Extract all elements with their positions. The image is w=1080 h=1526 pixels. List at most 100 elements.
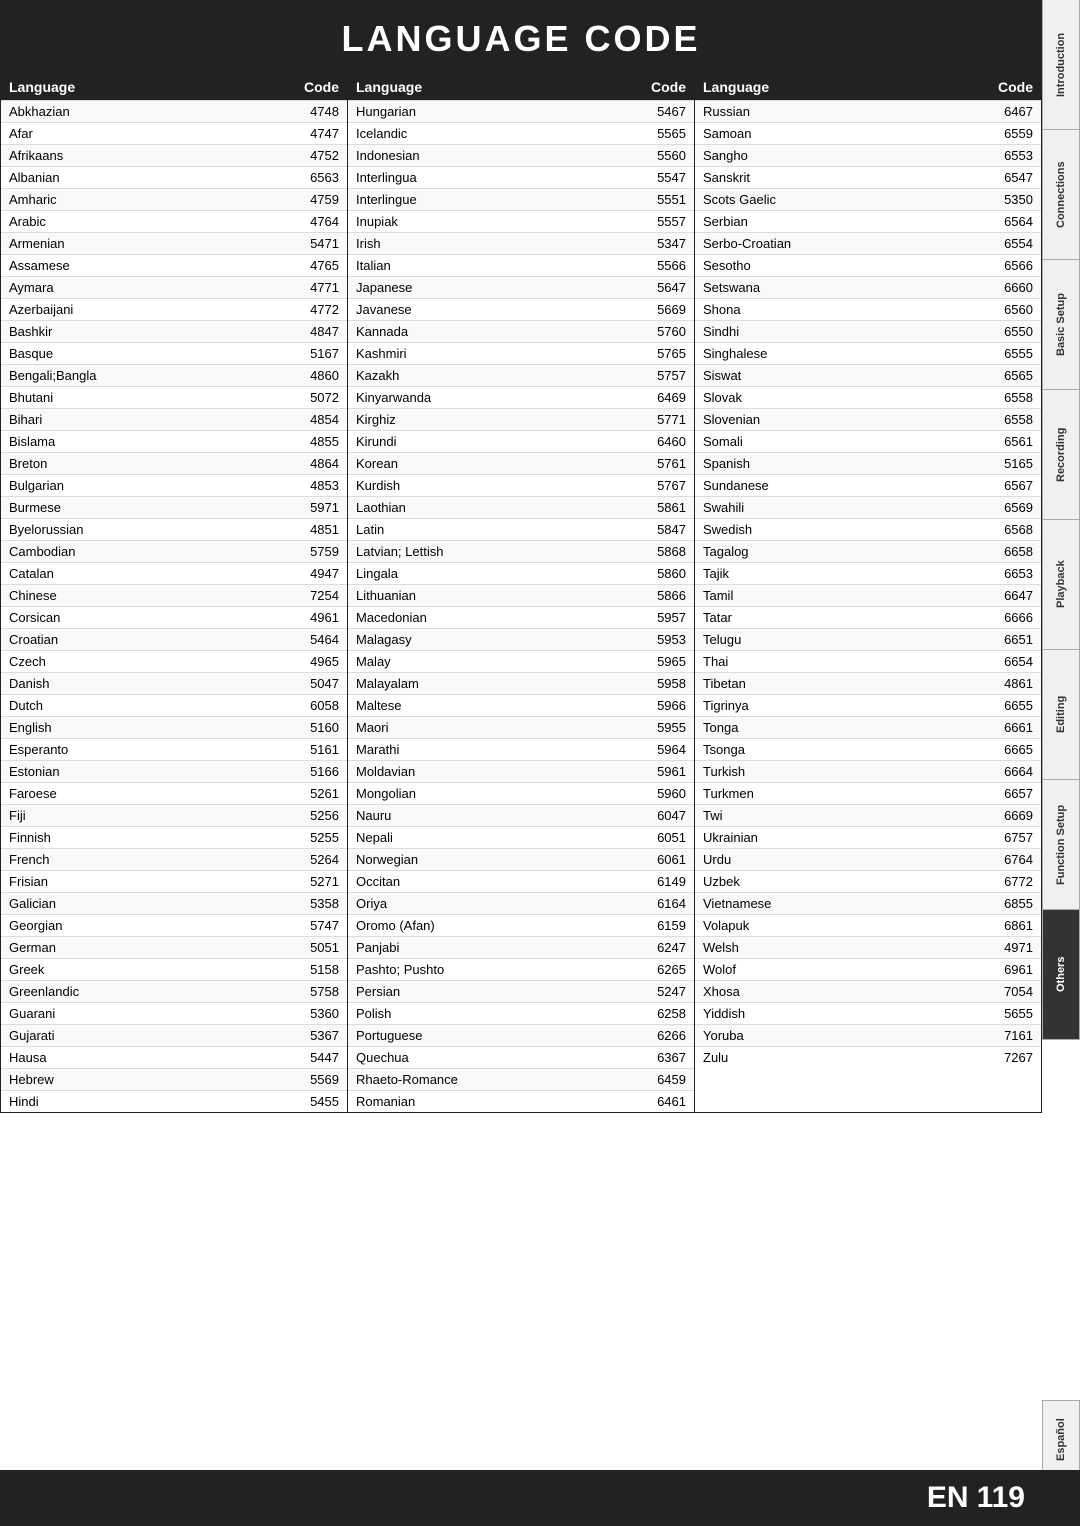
table-row: Abkhazian4748 <box>1 100 347 122</box>
language-name: Kannada <box>348 321 634 342</box>
language-name: Amharic <box>1 189 287 210</box>
language-name: Azerbaijani <box>1 299 287 320</box>
language-code: 6051 <box>634 827 694 848</box>
table-row: Bislama4855 <box>1 430 347 452</box>
language-code: 5560 <box>634 145 694 166</box>
language-name: Corsican <box>1 607 287 628</box>
language-name: Swahili <box>695 497 981 518</box>
sidebar-tab-connections[interactable]: Connections <box>1042 130 1080 260</box>
table-row: Tagalog6658 <box>695 540 1041 562</box>
table-row: Vietnamese6855 <box>695 892 1041 914</box>
sidebar-tab-recording[interactable]: Recording <box>1042 390 1080 520</box>
language-code: 6655 <box>981 695 1041 716</box>
table-row: Kirundi6460 <box>348 430 694 452</box>
language-name: Kirghiz <box>348 409 634 430</box>
language-name: Burmese <box>1 497 287 518</box>
table-row: Interlingua5547 <box>348 166 694 188</box>
table-row: Persian5247 <box>348 980 694 1002</box>
language-name: Danish <box>1 673 287 694</box>
language-name: Tonga <box>695 717 981 738</box>
table-row: Kazakh5757 <box>348 364 694 386</box>
language-code: 4971 <box>981 937 1041 958</box>
table-row: Tigrinya6655 <box>695 694 1041 716</box>
table-row: Zulu7267 <box>695 1046 1041 1068</box>
language-code: 6061 <box>634 849 694 870</box>
language-name: Turkish <box>695 761 981 782</box>
language-name: Yiddish <box>695 1003 981 1024</box>
table-row: Sangho6553 <box>695 144 1041 166</box>
sidebar-tab-editing[interactable]: Editing <box>1042 650 1080 780</box>
table-row: Chinese7254 <box>1 584 347 606</box>
language-code: 5761 <box>634 453 694 474</box>
language-code: 5966 <box>634 695 694 716</box>
language-name: Bislama <box>1 431 287 452</box>
language-name: Cambodian <box>1 541 287 562</box>
table-row: Basque5167 <box>1 342 347 364</box>
table-row: Frisian5271 <box>1 870 347 892</box>
sidebar-tab-introduction[interactable]: Introduction <box>1042 0 1080 130</box>
language-code: 6961 <box>981 959 1041 980</box>
language-code: 6553 <box>981 145 1041 166</box>
language-code: 5255 <box>287 827 347 848</box>
language-code: 5569 <box>287 1069 347 1090</box>
language-name: Dutch <box>1 695 287 716</box>
language-code: 7254 <box>287 585 347 606</box>
language-code: 5471 <box>287 233 347 254</box>
language-code: 7054 <box>981 981 1041 1002</box>
sidebar-tab-others[interactable]: Others <box>1042 910 1080 1040</box>
table-row: Siswat6565 <box>695 364 1041 386</box>
table-row: Inupiak5557 <box>348 210 694 232</box>
language-code: 5161 <box>287 739 347 760</box>
language-name: Fiji <box>1 805 287 826</box>
language-name: Tibetan <box>695 673 981 694</box>
language-code: 5261 <box>287 783 347 804</box>
language-name: Albanian <box>1 167 287 188</box>
language-code: 5047 <box>287 673 347 694</box>
language-code: 5758 <box>287 981 347 1002</box>
table-row: Oriya6164 <box>348 892 694 914</box>
language-code: 6461 <box>634 1091 694 1112</box>
sidebar-tab-basic-setup[interactable]: Basic Setup <box>1042 260 1080 390</box>
language-code: 5647 <box>634 277 694 298</box>
table-row: Dutch6058 <box>1 694 347 716</box>
language-code: 5551 <box>634 189 694 210</box>
table-row: Yiddish5655 <box>695 1002 1041 1024</box>
language-name: Turkmen <box>695 783 981 804</box>
language-name: Greek <box>1 959 287 980</box>
column-3: LanguageCodeRussian6467Samoan6559Sangho6… <box>695 74 1041 1112</box>
language-name: Samoan <box>695 123 981 144</box>
language-code: 6558 <box>981 409 1041 430</box>
language-name: Czech <box>1 651 287 672</box>
language-code: 5759 <box>287 541 347 562</box>
language-name: Japanese <box>348 277 634 298</box>
language-name: Assamese <box>1 255 287 276</box>
language-name: Singhalese <box>695 343 981 364</box>
column-1: LanguageCodeAbkhazian4748Afar4747Afrikaa… <box>1 74 348 1112</box>
sidebar-tab-español[interactable]: Español <box>1042 1400 1080 1480</box>
language-name: Kazakh <box>348 365 634 386</box>
language-code: 6164 <box>634 893 694 914</box>
language-name: Rhaeto-Romance <box>348 1069 634 1090</box>
table-row: Kirghiz5771 <box>348 408 694 430</box>
language-name: Hebrew <box>1 1069 287 1090</box>
sidebar-tab-function-setup[interactable]: Function Setup <box>1042 780 1080 910</box>
col-header-language: Language <box>348 74 634 100</box>
language-code: 5953 <box>634 629 694 650</box>
language-name: Telugu <box>695 629 981 650</box>
table-row: Gujarati5367 <box>1 1024 347 1046</box>
language-code: 6664 <box>981 761 1041 782</box>
language-code: 4748 <box>287 101 347 122</box>
table-row: Thai6654 <box>695 650 1041 672</box>
table-row: Maltese5966 <box>348 694 694 716</box>
sidebar-tab-playback[interactable]: Playback <box>1042 520 1080 650</box>
table-row: Albanian6563 <box>1 166 347 188</box>
table-row: Somali6561 <box>695 430 1041 452</box>
language-code: 5264 <box>287 849 347 870</box>
language-code: 6568 <box>981 519 1041 540</box>
language-code: 5965 <box>634 651 694 672</box>
table-row: Panjabi6247 <box>348 936 694 958</box>
table-row: Aymara4771 <box>1 276 347 298</box>
table-row: Tonga6661 <box>695 716 1041 738</box>
table-row: Byelorussian4851 <box>1 518 347 540</box>
language-code: 4965 <box>287 651 347 672</box>
